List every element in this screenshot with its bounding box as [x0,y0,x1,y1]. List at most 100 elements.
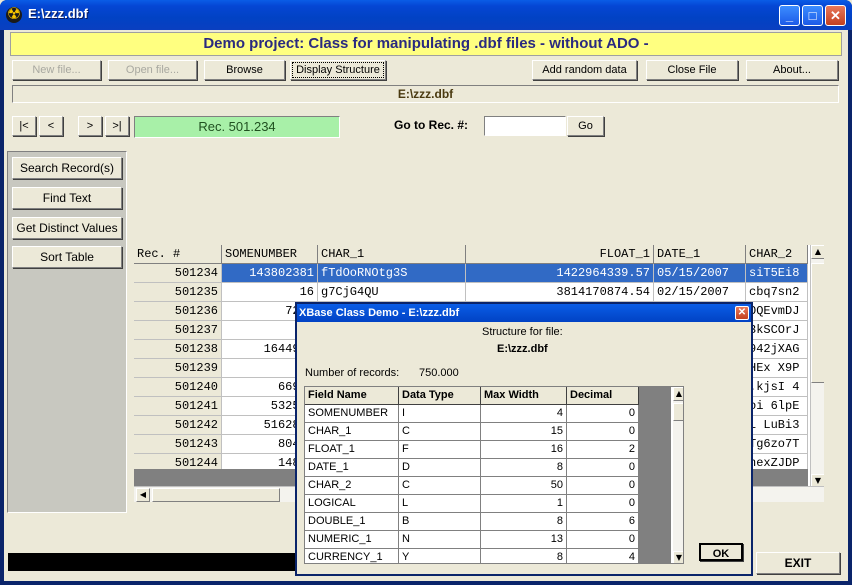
structure-cell: 15 [481,423,567,441]
table-cell[interactable]: 501241 [134,397,222,416]
dialog-close-icon[interactable]: ✕ [735,306,749,320]
table-cell[interactable]: 501239 [134,359,222,378]
structure-row[interactable]: NUMERIC_1 N 13 0 [305,531,683,549]
table-cell[interactable]: oi 6lpE [746,397,808,416]
table-row[interactable]: 501234 143802381 fTdOoRNOtg3S 1422964339.57… [134,264,808,283]
table-cell[interactable]: 3814170874.54 [466,283,654,302]
next-record-button[interactable]: > [78,116,102,136]
maximize-button[interactable]: □ [802,5,823,26]
table-cell[interactable]: 501242 [134,416,222,435]
sort-table-button[interactable]: Sort Table [12,246,122,268]
table-cell[interactable]: 05/15/2007 [654,264,746,283]
column-header[interactable]: FLOAT_1 [466,245,654,264]
structure-cell: 0 [567,477,639,495]
goto-record-input[interactable] [484,116,566,136]
record-count-label: Number of records: [305,367,400,379]
structure-label: Structure for file: [482,326,563,338]
scroll-thumb[interactable] [152,488,280,502]
scroll-up-icon[interactable]: ▲ [673,387,683,401]
table-row[interactable]: 501235 16 g7CjG4QU 3814170874.54 02/15/2007 c… [134,283,808,302]
structure-row[interactable]: CHAR_1 C 15 0 [305,423,683,441]
table-cell[interactable]: 501238 [134,340,222,359]
structure-row[interactable]: LOGICAL L 1 0 [305,495,683,513]
ok-button[interactable]: OK [699,543,743,561]
table-cell[interactable]: siT5Ei8 [746,264,808,283]
dialog-title[interactable]: XBase Class Demo - E:\zzz.dbf [297,304,751,322]
table-cell[interactable]: 501237 [134,321,222,340]
structure-cell: 0 [567,405,639,423]
scroll-thumb[interactable] [673,403,683,421]
column-header[interactable]: CHAR_2 [746,245,808,264]
minimize-button[interactable]: _ [779,5,800,26]
table-cell[interactable]: 501235 [134,283,222,302]
new-file-button[interactable]: New file... [12,60,101,80]
table-cell[interactable]: 501243 [134,435,222,454]
status-bar [8,553,304,571]
structure-cell: 4 [481,405,567,423]
window-title: E:\zzz.dbf [28,6,88,21]
grid-header: Rec. # SOMENUMBER CHAR_1 FLOAT_1 DATE_1 … [134,245,808,264]
add-random-data-button[interactable]: Add random data [532,60,637,80]
go-button[interactable]: Go [567,116,604,136]
table-cell[interactable]: cbq7sn2 [746,283,808,302]
scroll-thumb[interactable] [811,263,824,383]
table-cell[interactable]: .kjsI 4 [746,378,808,397]
structure-cell: I [399,405,481,423]
scroll-up-icon[interactable]: ▲ [811,245,824,259]
table-cell[interactable]: OQEvmDJ [746,302,808,321]
structure-row[interactable]: CHAR_2 C 50 0 [305,477,683,495]
display-structure-button[interactable]: Display Structure [290,60,386,80]
scroll-down-icon[interactable]: ▼ [673,551,683,563]
open-file-button[interactable]: Open file... [108,60,197,80]
structure-cell: 0 [567,423,639,441]
title-bar[interactable]: E:\zzz.dbf _ □ ✕ [0,0,852,30]
browse-button[interactable]: Browse [204,60,285,80]
structure-row[interactable]: FLOAT_1 F 16 2 [305,441,683,459]
table-cell[interactable]: g7CjG4QU [318,283,466,302]
find-text-button[interactable]: Find Text [12,187,122,209]
table-cell[interactable]: 02/15/2007 [654,283,746,302]
structure-cell: F [399,441,481,459]
column-header[interactable]: Max Width [481,387,567,405]
structure-scrollbar[interactable]: ▲ ▼ [673,387,683,563]
column-header[interactable]: Decimal [567,387,639,405]
exit-button[interactable]: EXIT [756,552,840,574]
first-record-button[interactable]: |< [12,116,36,136]
search-records-button[interactable]: Search Record(s) [12,157,122,179]
table-cell[interactable]: HEx X9P [746,359,808,378]
table-cell[interactable]: 16 [222,283,318,302]
get-distinct-values-button[interactable]: Get Distinct Values [12,217,122,239]
column-header[interactable]: SOMENUMBER [222,245,318,264]
table-cell[interactable]: fTdOoRNOtg3S [318,264,466,283]
table-cell[interactable]: 501234 [134,264,222,283]
table-cell[interactable]: 942jXAG [746,340,808,359]
structure-row[interactable]: DATE_1 D 8 0 [305,459,683,477]
table-cell[interactable]: 1422964339.57 [466,264,654,283]
column-header[interactable]: DATE_1 [654,245,746,264]
column-header[interactable]: Rec. # [134,245,222,264]
table-cell[interactable]: 501236 [134,302,222,321]
grid-vertical-scrollbar[interactable]: ▲ ▼ [810,245,824,488]
table-cell[interactable]: L LuBi3 [746,416,808,435]
table-cell[interactable]: 3kSCOrJ [746,321,808,340]
close-file-button[interactable]: Close File [646,60,738,80]
close-button[interactable]: ✕ [825,5,846,26]
table-cell[interactable]: 501240 [134,378,222,397]
structure-cell: CHAR_1 [305,423,399,441]
structure-row[interactable]: SOMENUMBER I 4 0 [305,405,683,423]
column-header[interactable]: Data Type [399,387,481,405]
structure-table[interactable]: Field Name Data Type Max Width Decimal S… [304,386,684,564]
last-record-button[interactable]: >| [105,116,129,136]
scroll-left-icon[interactable]: ◀ [136,488,150,502]
about-button[interactable]: About... [746,60,838,80]
previous-record-button[interactable]: < [39,116,63,136]
current-record-display: Rec. 501.234 [134,116,340,138]
structure-header: Field Name Data Type Max Width Decimal [305,387,683,405]
structure-row[interactable]: DOUBLE_1 B 8 6 [305,513,683,531]
structure-row[interactable]: CURRENCY_1 Y 8 4 [305,549,683,563]
column-header[interactable]: Field Name [305,387,399,405]
column-header[interactable]: CHAR_1 [318,245,466,264]
structure-cell: 0 [567,495,639,513]
table-cell[interactable]: Tg6zo7T [746,435,808,454]
table-cell[interactable]: 143802381 [222,264,318,283]
